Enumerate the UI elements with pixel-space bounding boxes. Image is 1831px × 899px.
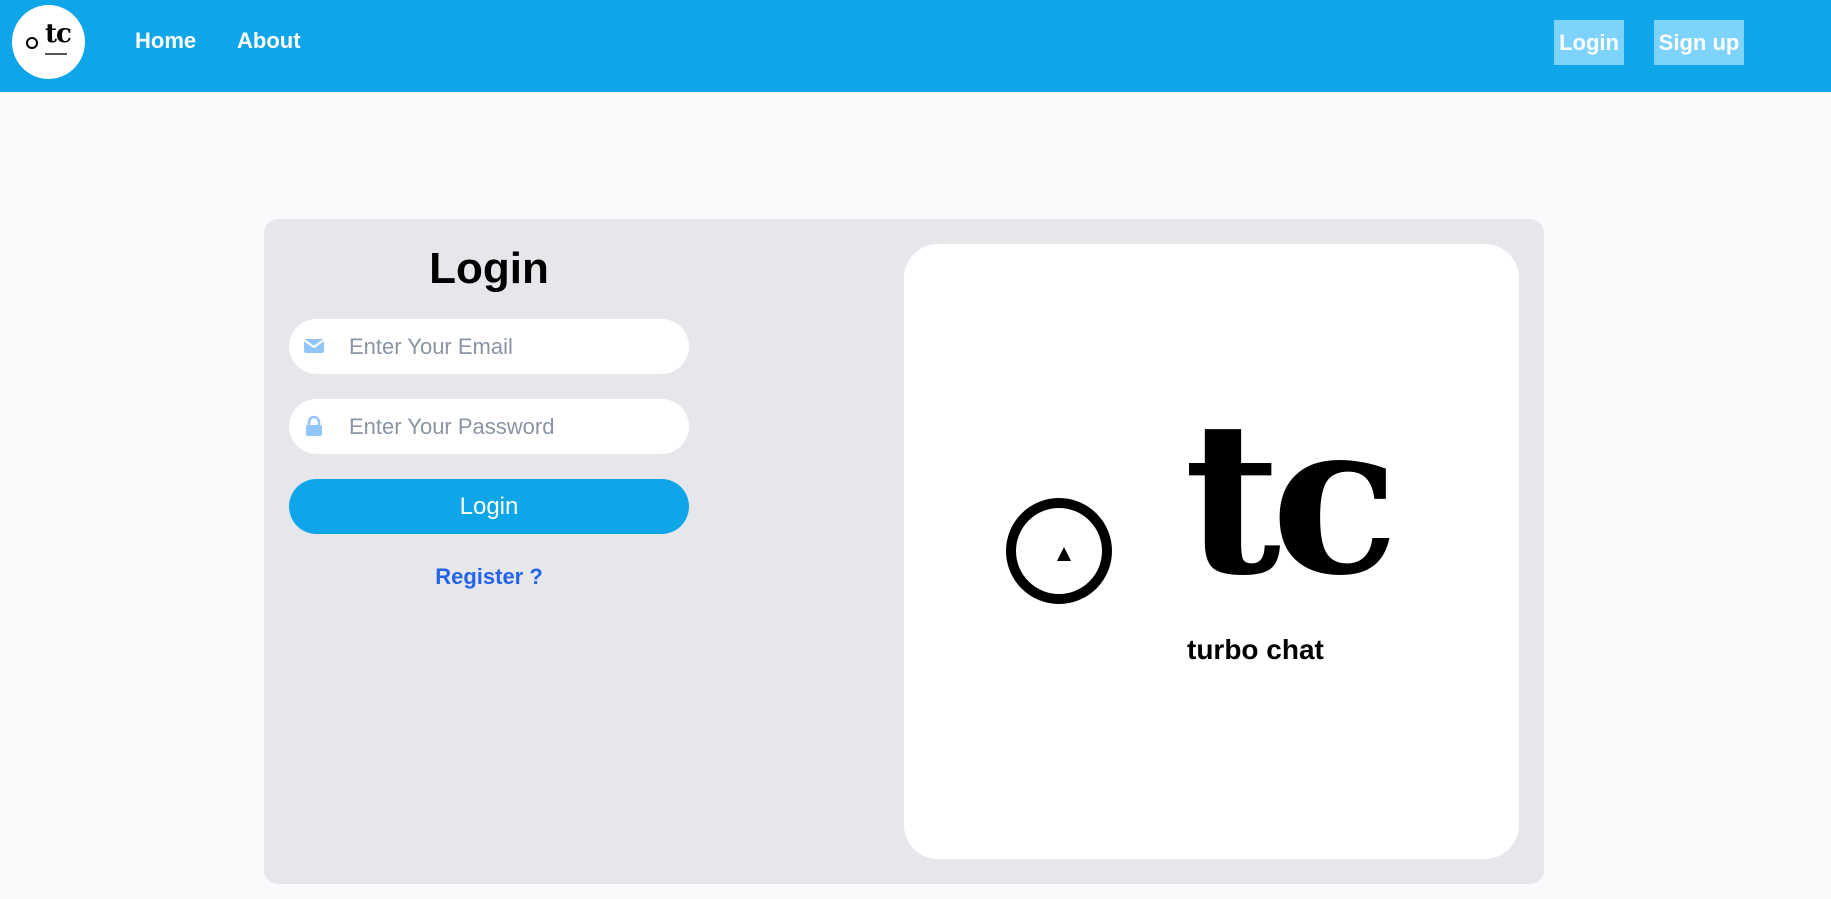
nav-logo[interactable]: tc — [12, 5, 85, 79]
password-field[interactable] — [289, 399, 689, 454]
brand-ring-icon — [1006, 498, 1112, 604]
login-title: Login — [429, 244, 549, 293]
register-link[interactable]: Register ? — [289, 564, 689, 590]
top-navbar: tc Home About Login Sign up — [0, 0, 1831, 92]
lock-icon — [306, 415, 322, 436]
nav-login-button[interactable]: Login — [1554, 20, 1624, 65]
nav-logo-text: tc — [45, 19, 72, 49]
email-field[interactable] — [289, 319, 689, 374]
nav-link-home[interactable]: Home — [135, 28, 196, 54]
logo-divider — [45, 53, 67, 55]
envelope-icon — [303, 339, 325, 353]
nav-signup-button[interactable]: Sign up — [1654, 20, 1744, 65]
login-submit-button[interactable]: Login — [289, 479, 689, 534]
brand-logo-text: tc — [1184, 375, 1399, 622]
brand-panel: tc turbo chat — [904, 244, 1519, 859]
logo-ring-icon — [26, 37, 38, 49]
email-input[interactable] — [349, 319, 669, 374]
nav-link-about[interactable]: About — [237, 28, 301, 54]
password-input[interactable] — [349, 399, 669, 454]
triangle-icon — [1057, 547, 1071, 561]
brand-tagline: turbo chat — [1187, 634, 1324, 665]
